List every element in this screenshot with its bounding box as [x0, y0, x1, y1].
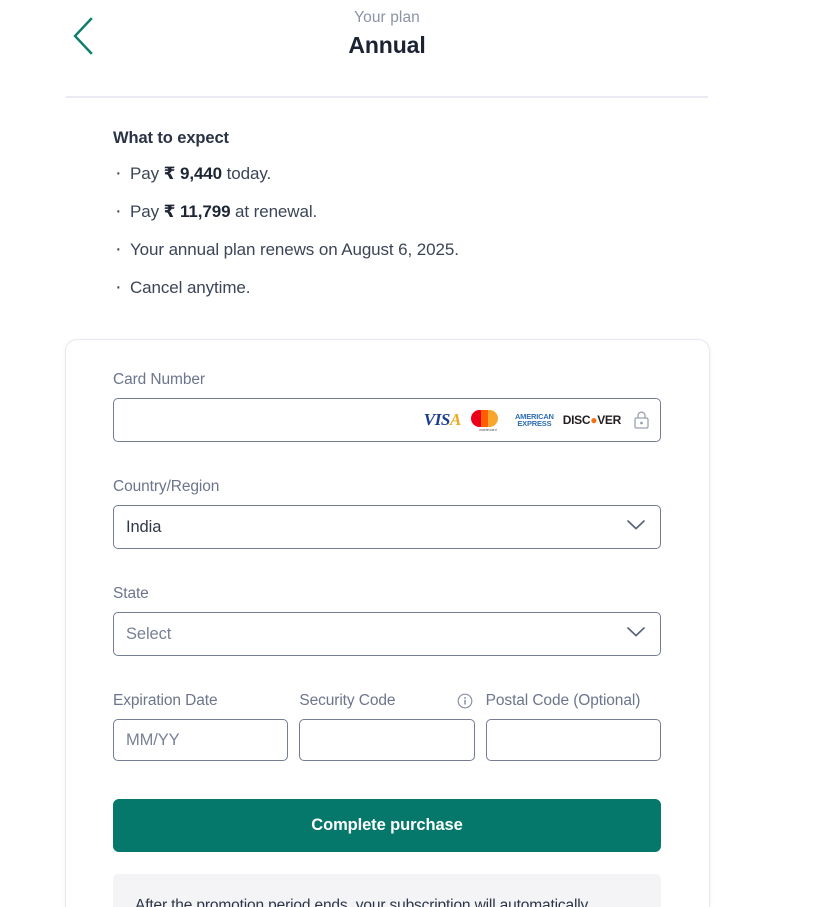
- checkout-page: Your plan Annual What to expect Pay ₹ 9,…: [0, 0, 821, 907]
- country-selected-value: India: [126, 517, 162, 536]
- list-item: Pay ₹ 9,440 today.: [113, 161, 693, 186]
- padlock-icon: [633, 410, 650, 430]
- what-to-expect-list: Pay ₹ 9,440 today. Pay ₹ 11,799 at renew…: [113, 161, 693, 300]
- chevron-left-icon: [70, 16, 96, 56]
- security-code-input[interactable]: [299, 719, 475, 761]
- list-item-amount: ₹ 11,799: [163, 202, 231, 221]
- back-button[interactable]: [62, 13, 104, 59]
- chevron-down-icon: [626, 625, 646, 643]
- what-to-expect-heading: What to expect: [113, 129, 229, 147]
- list-item-prefix: Pay: [130, 164, 164, 183]
- security-code-label: Security Code: [299, 692, 396, 709]
- expiration-placeholder: MM/YY: [126, 730, 180, 749]
- list-item-prefix: Cancel anytime.: [130, 278, 251, 297]
- chevron-down-icon: [626, 518, 646, 536]
- list-item: Your annual plan renews on August 6, 202…: [113, 237, 693, 262]
- country-field-group: Country/Region India: [113, 477, 661, 549]
- visa-icon: VISA: [423, 409, 462, 429]
- info-circle-icon[interactable]: [457, 693, 473, 709]
- list-item-amount: ₹ 9,440: [163, 164, 223, 183]
- card-details-row: Expiration Date MM/YY Security Code Post…: [113, 691, 661, 761]
- state-selected-value: Select: [126, 624, 172, 643]
- complete-purchase-button[interactable]: Complete purchase: [113, 799, 661, 852]
- list-item-suffix: at renewal.: [230, 202, 318, 221]
- plan-eyebrow-label: Your plan: [354, 9, 420, 26]
- mastercard-icon: mastercard: [470, 409, 506, 432]
- american-express-icon: AMERICAN EXPRESS: [514, 411, 554, 428]
- country-select[interactable]: India: [113, 505, 661, 549]
- state-label: State: [113, 585, 149, 602]
- country-label: Country/Region: [113, 478, 220, 495]
- card-number-input[interactable]: VISA mastercard AMERICAN EXPRESS DISC●VER: [113, 398, 661, 442]
- payment-form-card: Card Number VISA mastercard AMERICAN EXPR…: [65, 339, 710, 907]
- expiration-label: Expiration Date: [113, 692, 218, 709]
- plan-summary: Your plan Annual: [287, 8, 487, 60]
- page-title: Annual: [348, 32, 426, 58]
- discover-icon: DISC●VER: [562, 413, 622, 427]
- list-item: Cancel anytime.: [113, 275, 693, 300]
- state-select[interactable]: Select: [113, 612, 661, 656]
- header-divider: [66, 96, 708, 98]
- promotion-disclaimer: After the promotion period ends, your su…: [113, 874, 661, 907]
- expiration-input[interactable]: MM/YY: [113, 719, 289, 761]
- expiration-field-group: Expiration Date MM/YY: [113, 691, 289, 761]
- card-number-field-group: Card Number VISA mastercard AMERICAN EXPR…: [113, 370, 661, 442]
- state-field-group: State Select: [113, 584, 661, 656]
- card-number-label: Card Number: [113, 371, 205, 388]
- postal-code-label: Postal Code (Optional): [485, 692, 641, 709]
- list-item-prefix: Pay: [130, 202, 164, 221]
- card-brand-icons: VISA mastercard AMERICAN EXPRESS DISC●VER: [423, 409, 650, 432]
- what-to-expect-section: What to expect Pay ₹ 9,440 today. Pay ₹ …: [113, 126, 693, 314]
- promotion-disclaimer-text: After the promotion period ends, your su…: [135, 897, 589, 907]
- postal-code-field-group: Postal Code (Optional): [485, 691, 661, 761]
- security-code-field-group: Security Code: [299, 691, 475, 761]
- page-header: Your plan Annual: [0, 0, 710, 98]
- list-item: Pay ₹ 11,799 at renewal.: [113, 199, 693, 224]
- list-item-prefix: Your annual plan renews on August 6, 202…: [130, 240, 459, 259]
- postal-code-input[interactable]: [485, 719, 661, 761]
- list-item-suffix: today.: [222, 164, 272, 183]
